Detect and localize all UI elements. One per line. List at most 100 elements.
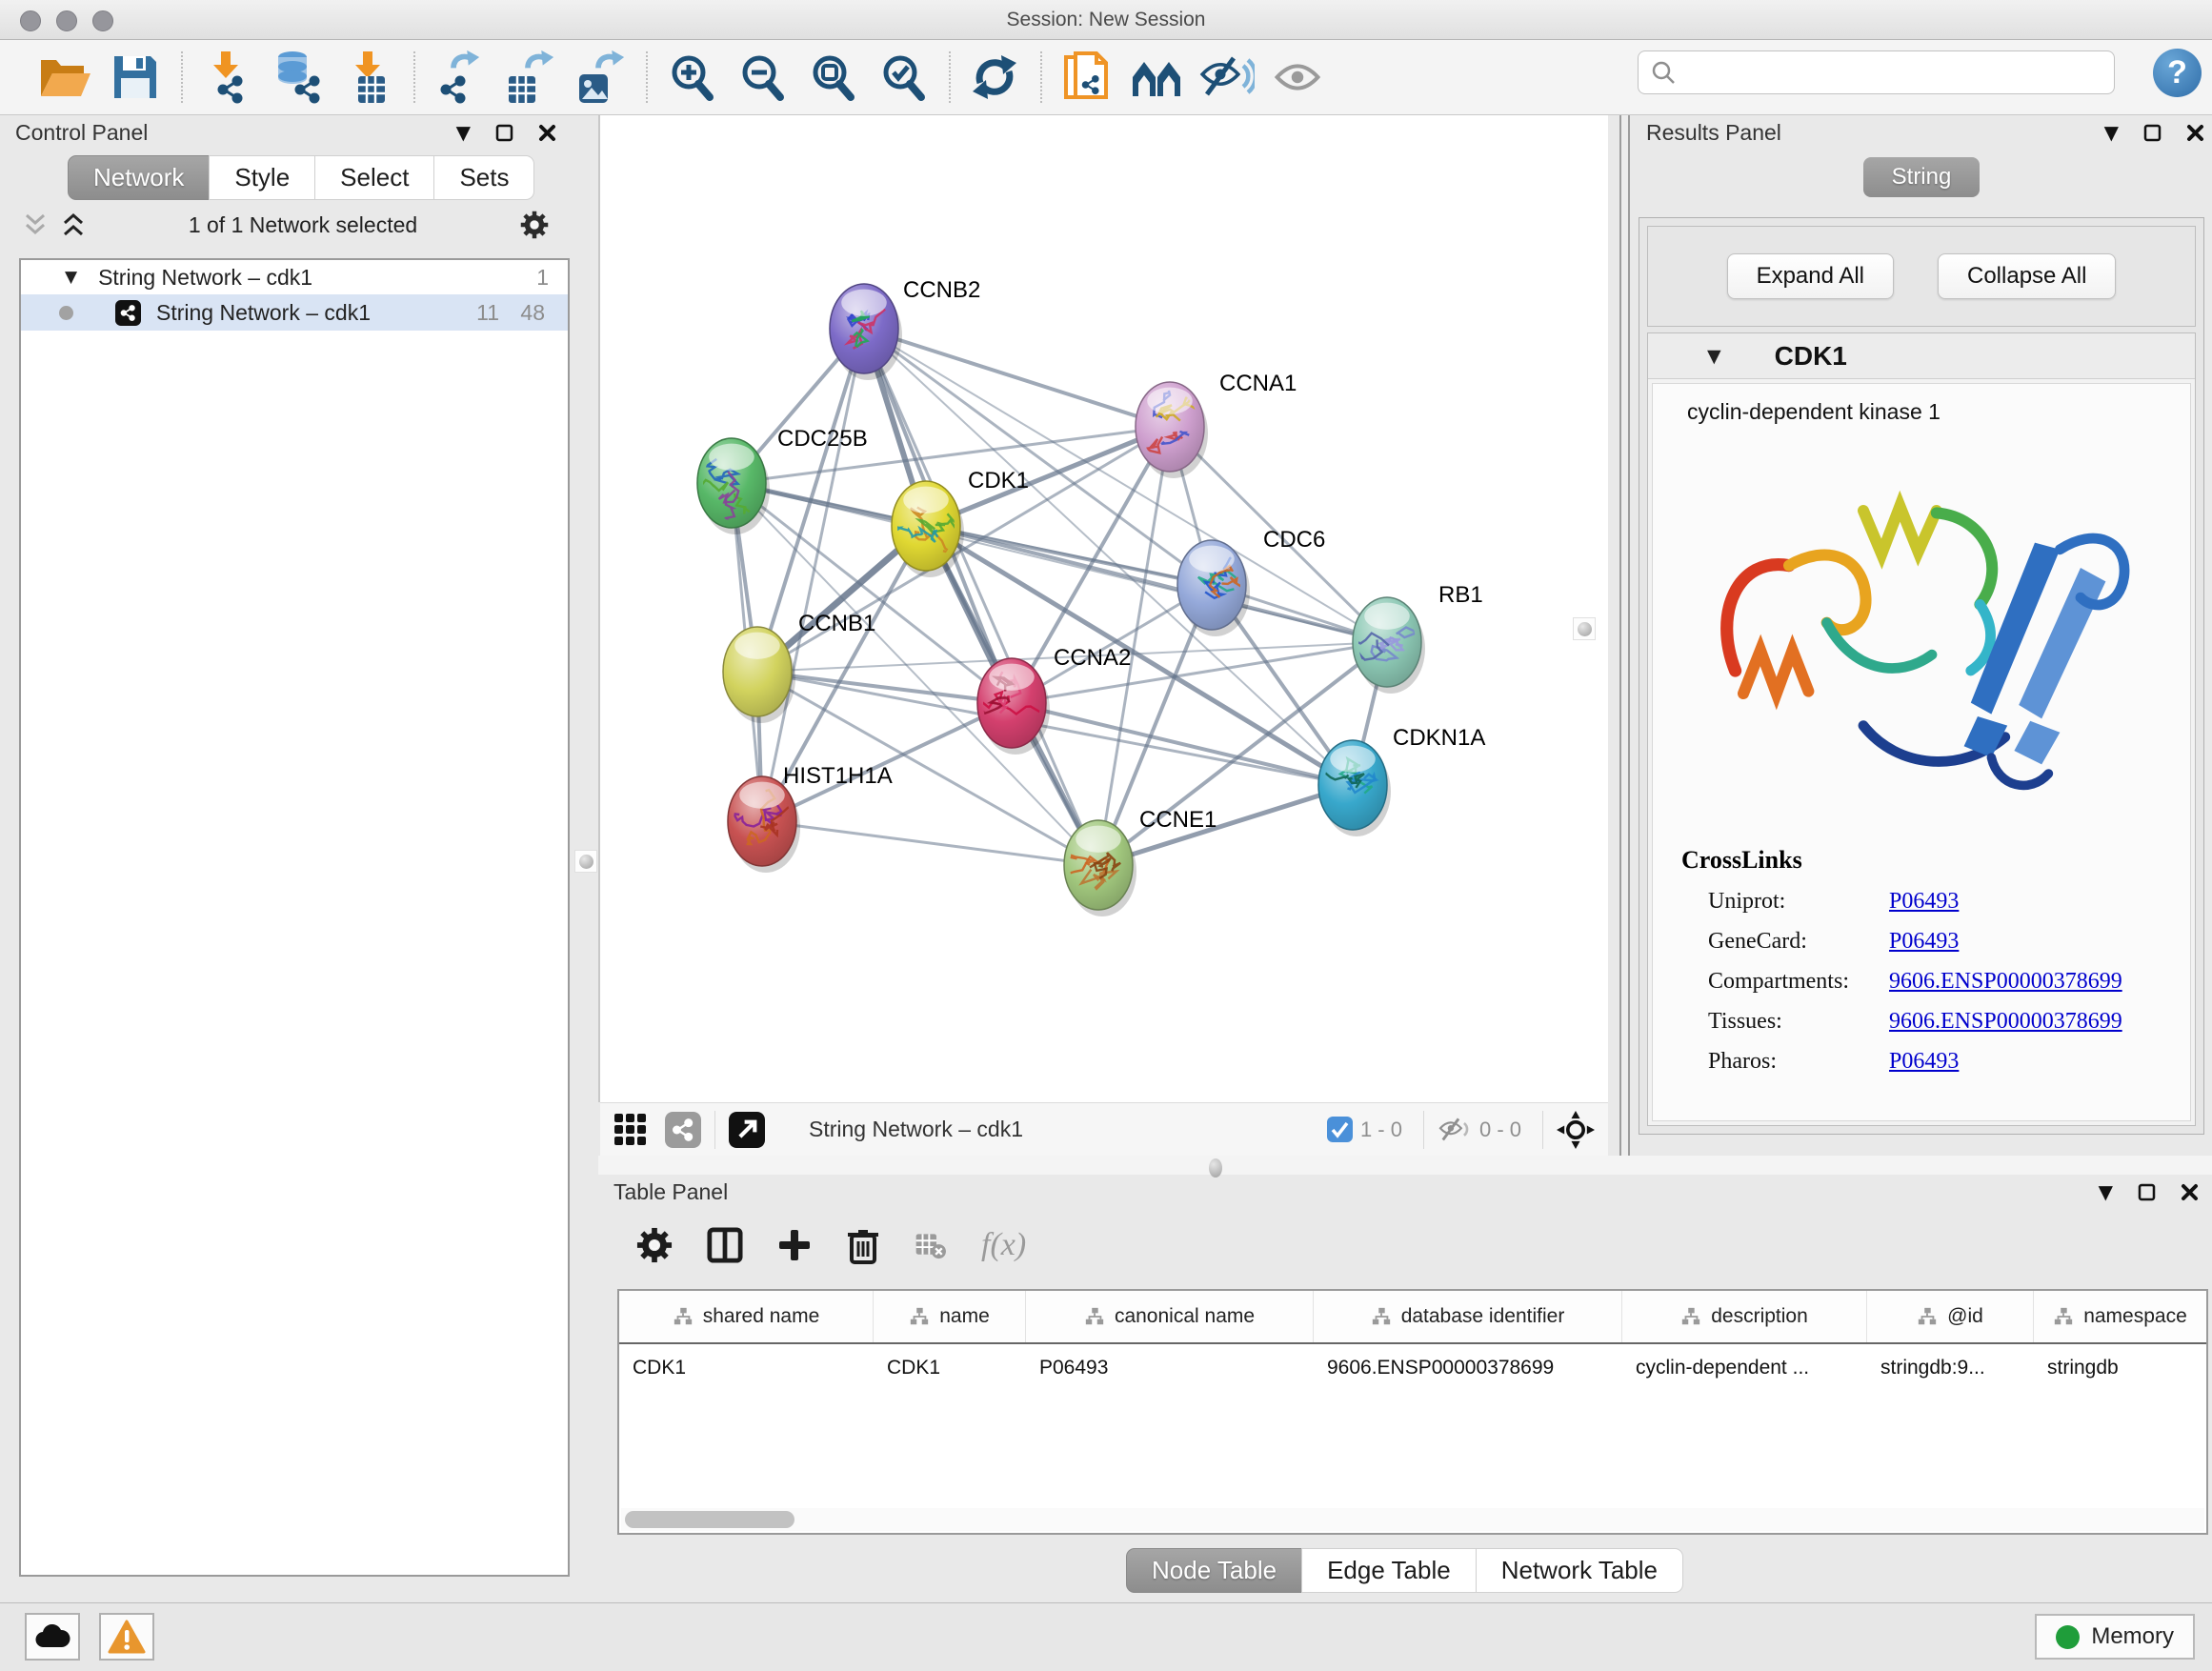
node-CCNB1[interactable] [723, 627, 795, 723]
cloud-status-button[interactable] [25, 1613, 80, 1661]
crosslink-link[interactable]: P06493 [1889, 889, 1959, 915]
import-network-database-button[interactable] [269, 49, 326, 106]
warning-status-button[interactable] [99, 1613, 154, 1661]
function-builder-button[interactable]: f(x) [981, 1227, 1026, 1263]
edge-HIST1H1A-CCNE1[interactable] [762, 821, 1098, 865]
node-HIST1H1A[interactable] [728, 776, 803, 873]
float-panel-icon[interactable] [495, 124, 513, 142]
network-view-canvas[interactable]: CCNB2CCNA1CDC25BCDK1CDC6RB1CCNB1CCNA2CDK… [600, 115, 1608, 1102]
scrollbar-thumb[interactable] [625, 1511, 794, 1528]
network-collection-row[interactable]: ▼ String Network – cdk1 1 [21, 260, 568, 294]
network-options-gear-icon[interactable] [520, 211, 549, 239]
tab-network[interactable]: Network [68, 155, 210, 200]
search-field[interactable] [1638, 50, 2115, 94]
horizontal-splitter[interactable] [598, 1156, 2212, 1175]
tab-select[interactable]: Select [314, 155, 434, 200]
node-CCNE1[interactable] [1064, 820, 1136, 916]
tab-string[interactable]: String [1863, 157, 1981, 197]
edge-CCNB2-RB1[interactable] [864, 329, 1387, 642]
edge-CCNB2-CCNA1[interactable] [864, 329, 1170, 427]
table-options-gear-icon[interactable] [636, 1227, 673, 1263]
tab-node-table[interactable]: Node Table [1126, 1548, 1302, 1593]
edge-CCNB2-CCNE1[interactable] [864, 329, 1098, 865]
show-columns-icon[interactable] [707, 1227, 743, 1263]
zoom-selected-button[interactable] [875, 49, 932, 106]
collapse-all-button[interactable]: Collapse All [1938, 253, 2116, 299]
close-panel-icon[interactable] [2186, 124, 2204, 142]
left-splitter[interactable] [598, 115, 600, 1102]
fit-content-button[interactable] [804, 49, 861, 106]
node-CDKN1A[interactable] [1318, 740, 1391, 836]
section-expander-icon[interactable]: ▼ [1707, 346, 1721, 367]
tree-expander-icon[interactable]: ▼ [65, 268, 77, 287]
column-header-namespace[interactable]: namespace [2034, 1291, 2207, 1342]
edge-CDC25B-CDC6[interactable] [732, 483, 1212, 585]
right-splitter[interactable] [1619, 115, 1630, 1156]
table-cell[interactable]: 9606.ENSP00000378699 [1314, 1344, 1622, 1392]
edge-CCNB1-CCNA2[interactable] [757, 672, 1012, 703]
network-graph[interactable]: CCNB2CCNA1CDC25BCDK1CDC6RB1CCNB1CCNA2CDK… [600, 115, 1608, 1102]
left-splitter-grip[interactable] [574, 850, 597, 873]
import-network-file-button[interactable] [198, 49, 255, 106]
tab-sets[interactable]: Sets [433, 155, 534, 200]
show-all-button[interactable] [1269, 49, 1326, 106]
export-image-button[interactable] [572, 49, 629, 106]
clear-table-icon[interactable] [915, 1231, 947, 1259]
export-network-button[interactable] [431, 49, 488, 106]
panel-menu-caret-icon[interactable]: ▼ [456, 121, 471, 144]
crosslink-link[interactable]: P06493 [1889, 929, 1959, 955]
expand-all-button[interactable]: Expand All [1727, 253, 1894, 299]
duplicate-network-button[interactable] [1057, 49, 1115, 106]
float-panel-icon[interactable] [2138, 1183, 2156, 1201]
float-panel-icon[interactable] [2143, 124, 2162, 142]
detach-view-icon[interactable] [729, 1112, 765, 1148]
column-header-@id[interactable]: @id [1867, 1291, 2034, 1342]
right-splitter-grip[interactable] [1573, 617, 1596, 640]
node-RB1[interactable] [1335, 597, 1425, 694]
search-input[interactable] [1677, 53, 2114, 91]
memory-button[interactable]: Memory [2035, 1614, 2195, 1660]
import-table-button[interactable] [339, 49, 396, 106]
panel-menu-caret-icon[interactable]: ▼ [2099, 1180, 2113, 1203]
network-thumbnail-icon[interactable] [665, 1112, 701, 1148]
table-cell[interactable]: P06493 [1026, 1344, 1314, 1392]
hidden-items-icon[interactable] [1438, 1117, 1472, 1143]
table-row[interactable]: CDK1CDK1P064939606.ENSP00000378699cyclin… [619, 1344, 2206, 1392]
gene-section-header[interactable]: ▼ CDK1 [1648, 333, 2195, 379]
column-header-canonical-name[interactable]: canonical name [1026, 1291, 1314, 1342]
node-CDK1[interactable] [892, 481, 964, 577]
table-horizontal-scrollbar[interactable] [621, 1508, 2204, 1531]
tab-network-table[interactable]: Network Table [1476, 1548, 1683, 1593]
node-CCNA2[interactable] [974, 658, 1050, 755]
column-header-name[interactable]: name [874, 1291, 1026, 1342]
refresh-button[interactable] [966, 49, 1023, 106]
export-table-button[interactable] [501, 49, 558, 106]
expand-all-icon[interactable] [61, 212, 86, 237]
node-CCNA1[interactable] [1136, 382, 1208, 478]
delete-column-icon[interactable] [846, 1226, 880, 1264]
column-header-database-identifier[interactable]: database identifier [1314, 1291, 1622, 1342]
cascade-windows-button[interactable] [1128, 49, 1185, 106]
collapse-all-icon[interactable] [23, 212, 48, 237]
edge-CDKN1A-CCNE1[interactable] [1098, 785, 1353, 865]
grid-view-icon[interactable] [613, 1113, 648, 1147]
network-row-selected[interactable]: String Network – cdk1 11 48 [21, 294, 568, 331]
add-column-icon[interactable] [777, 1228, 812, 1262]
open-session-button[interactable] [36, 49, 93, 106]
close-panel-icon[interactable] [538, 124, 556, 142]
node-CCNB2[interactable] [830, 284, 902, 380]
panel-menu-caret-icon[interactable]: ▼ [2104, 121, 2119, 144]
edge-CCNA2-HIST1H1A[interactable] [762, 703, 1012, 821]
hide-selected-button[interactable] [1198, 49, 1256, 106]
crosslink-link[interactable]: 9606.ENSP00000378699 [1889, 969, 2122, 995]
crosshair-icon[interactable] [1557, 1111, 1595, 1149]
table-cell[interactable]: CDK1 [619, 1344, 874, 1392]
table-cell[interactable]: stringdb:9... [1867, 1344, 2034, 1392]
crosslink-link[interactable]: P06493 [1889, 1049, 1959, 1075]
table-cell[interactable]: stringdb [2034, 1344, 2207, 1392]
tab-edge-table[interactable]: Edge Table [1301, 1548, 1477, 1593]
column-header-description[interactable]: description [1622, 1291, 1867, 1342]
save-session-button[interactable] [107, 49, 164, 106]
table-cell[interactable]: CDK1 [874, 1344, 1026, 1392]
zoom-out-button[interactable] [734, 49, 791, 106]
